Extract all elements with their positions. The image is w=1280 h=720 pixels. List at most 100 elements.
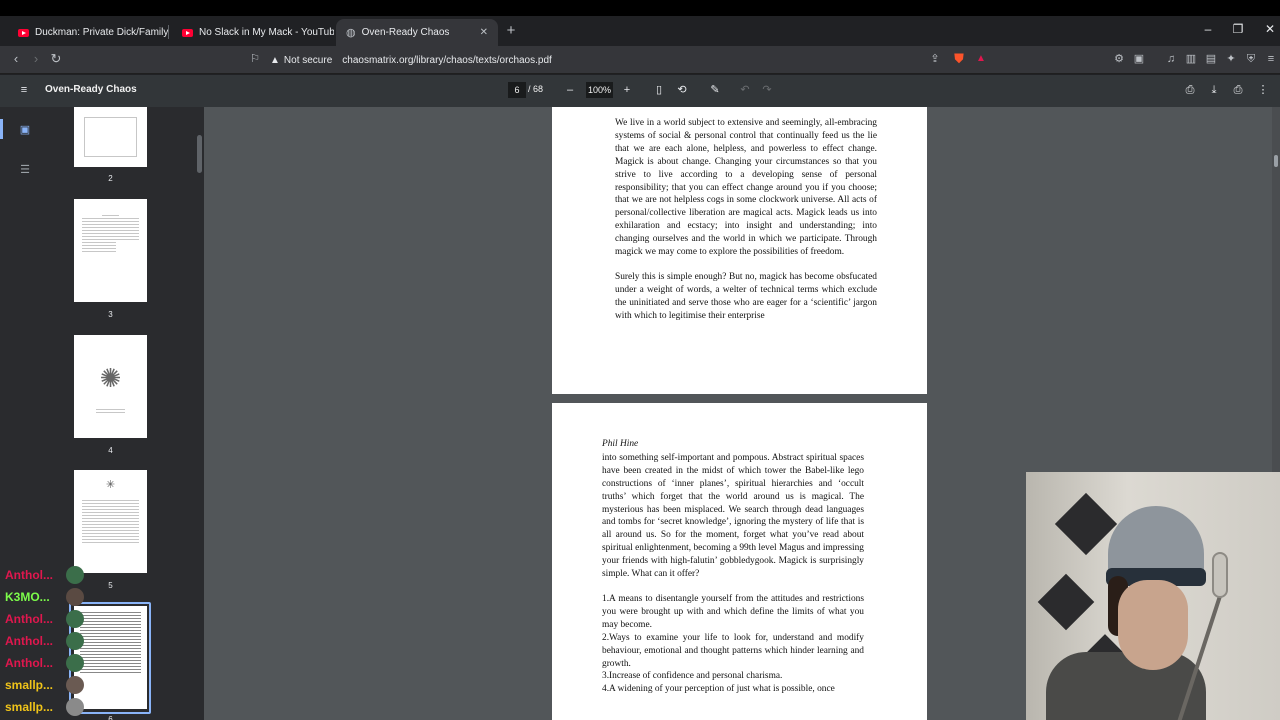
fit-page-icon[interactable]: ▯ bbox=[652, 83, 666, 97]
extensions-icon[interactable]: ⚙ bbox=[1111, 51, 1127, 67]
vpn-icon[interactable]: ⛨ bbox=[1243, 51, 1259, 67]
chat-username: smallp... bbox=[5, 678, 54, 692]
tab-title: No Slack in My Mack - YouTube bbox=[199, 27, 334, 38]
microphone-icon bbox=[1212, 552, 1228, 598]
address-bar[interactable]: ▲ Not secure chaosmatrix.org/library/cha… bbox=[270, 49, 998, 71]
screen: Duckman: Private Dick/Family Man - No Sl… bbox=[0, 16, 1280, 720]
sidebar-toggle-icon[interactable]: ▥ bbox=[1183, 51, 1199, 67]
new-tab-button[interactable]: + bbox=[504, 22, 518, 39]
zoom-out-icon[interactable]: – bbox=[563, 83, 577, 97]
zoom-in-icon[interactable]: + bbox=[620, 83, 634, 97]
download-icon[interactable]: ⤓ bbox=[1207, 83, 1221, 97]
tab-duckman[interactable]: Duckman: Private Dick/Family Man - bbox=[8, 19, 168, 46]
page-text: Phil Hine into something self-important … bbox=[602, 438, 864, 696]
paragraph: We live in a world subject to extensive … bbox=[615, 118, 877, 258]
avatar bbox=[66, 676, 84, 694]
avatar bbox=[66, 588, 84, 606]
numbered-list: 1.A means to disentangle yourself from t… bbox=[602, 593, 864, 696]
tab-title: Duckman: Private Dick/Family Man - bbox=[35, 27, 168, 38]
chaosphere-icon: ✺ bbox=[99, 363, 122, 393]
pdf-page-5: We live in a world subject to extensive … bbox=[552, 107, 927, 394]
thumbnail-number: 2 bbox=[108, 174, 113, 183]
thumbnail-scrollbar[interactable] bbox=[196, 107, 204, 720]
forward-icon[interactable]: › bbox=[28, 51, 44, 67]
hamburger-menu-icon[interactable]: ≡ bbox=[17, 83, 31, 97]
url-text[interactable]: chaosmatrix.org/library/chaos/texts/orch… bbox=[342, 55, 552, 66]
chat-message: K3MO... bbox=[0, 586, 150, 608]
brave-shield-icon[interactable]: ⛊ bbox=[951, 51, 967, 67]
redo-icon[interactable]: ↷ bbox=[760, 83, 774, 97]
save-annotations-icon[interactable]: ⎙ bbox=[1183, 83, 1197, 97]
bookmark-icon[interactable]: ⚐ bbox=[247, 51, 263, 67]
window-close-icon[interactable]: ✕ bbox=[1263, 22, 1277, 36]
thumbnail-text bbox=[82, 500, 139, 545]
thumbnail-page-4[interactable]: ✺ bbox=[74, 335, 147, 438]
minimize-icon[interactable]: – bbox=[1201, 22, 1215, 36]
restore-icon[interactable]: ❐ bbox=[1231, 22, 1245, 36]
warning-icon: ▲ bbox=[270, 54, 280, 66]
annotate-icon[interactable]: ✎ bbox=[708, 83, 722, 97]
face bbox=[1118, 580, 1188, 670]
list-item: 4.A widening of your perception of just … bbox=[602, 684, 835, 695]
outline-icon[interactable]: ☰ bbox=[18, 163, 32, 176]
chat-message: smallp... bbox=[0, 674, 150, 696]
running-header: Phil Hine bbox=[602, 439, 639, 449]
scrollbar-thumb[interactable] bbox=[197, 135, 202, 173]
selected-indicator bbox=[0, 119, 3, 139]
page-total: / 68 bbox=[528, 84, 544, 94]
share-icon[interactable]: ⇪ bbox=[927, 51, 943, 67]
tab-strip: Duckman: Private Dick/Family Man - No Sl… bbox=[0, 16, 1280, 46]
browser-toolbar: ‹ › ↻ ⚐ ▲ Not secure chaosmatrix.org/lib… bbox=[0, 46, 1280, 74]
reload-icon[interactable]: ↻ bbox=[48, 51, 64, 67]
music-icon[interactable]: ♫ bbox=[1163, 51, 1179, 67]
chat-message: Anthol... bbox=[0, 608, 150, 630]
pdf-title: Oven-Ready Chaos bbox=[45, 84, 137, 95]
thumbnail-box bbox=[84, 117, 137, 157]
globe-icon: ◍ bbox=[346, 27, 356, 39]
print-icon[interactable]: ⎙ bbox=[1231, 83, 1245, 97]
more-options-icon[interactable]: ⋮ bbox=[1256, 83, 1270, 97]
page-text: We live in a world subject to extensive … bbox=[615, 117, 877, 335]
thumbnails-icon[interactable]: ▣ bbox=[18, 123, 32, 136]
youtube-icon bbox=[18, 28, 29, 37]
list-item: 1.A means to disentangle yourself from t… bbox=[602, 593, 864, 630]
menu-icon[interactable]: ≡ bbox=[1263, 51, 1279, 67]
youtube-icon bbox=[182, 28, 193, 37]
thumbnail-page-5[interactable]: ✳ bbox=[74, 470, 147, 573]
brave-rewards-icon[interactable]: ▲ bbox=[973, 51, 989, 67]
close-tab-icon[interactable]: ✕ bbox=[474, 27, 488, 38]
thumbnail-page-2[interactable] bbox=[74, 107, 147, 167]
webcam-overlay bbox=[1026, 472, 1280, 720]
paragraph: Surely this is simple enough? But no, ma… bbox=[615, 271, 877, 321]
thumbnail-number: 4 bbox=[108, 446, 113, 455]
back-icon[interactable]: ‹ bbox=[8, 51, 24, 67]
leo-icon[interactable]: ✦ bbox=[1223, 51, 1239, 67]
chat-username: Anthol... bbox=[5, 656, 53, 670]
scrollbar-thumb[interactable] bbox=[1274, 155, 1278, 167]
tab-no-slack[interactable]: No Slack in My Mack - YouTube bbox=[172, 19, 334, 46]
pdf-page-6: Phil Hine into something self-important … bbox=[552, 403, 927, 720]
tab-oven-ready-chaos[interactable]: ◍ Oven-Ready Chaos ✕ bbox=[336, 19, 498, 46]
thumbnail-text bbox=[96, 409, 125, 415]
chat-username: Anthol... bbox=[5, 568, 53, 582]
chat-username: Anthol... bbox=[5, 634, 53, 648]
chat-overlay: Anthol... K3MO... Anthol... Anthol... An… bbox=[0, 564, 150, 718]
person-head bbox=[1106, 506, 1208, 696]
avatar bbox=[66, 698, 84, 716]
security-label[interactable]: Not secure bbox=[284, 55, 332, 66]
star-icon: ✳ bbox=[105, 479, 116, 491]
thumbnail-page-3[interactable] bbox=[74, 199, 147, 302]
thumbnail-text bbox=[82, 215, 139, 254]
list-item: 3.Increase of confidence and personal ch… bbox=[602, 671, 783, 682]
tab-title: Oven-Ready Chaos bbox=[361, 27, 450, 38]
wallet-icon[interactable]: ▤ bbox=[1203, 51, 1219, 67]
chat-message: smallp... bbox=[0, 696, 150, 718]
undo-icon[interactable]: ↶ bbox=[738, 83, 752, 97]
avatar bbox=[66, 632, 84, 650]
zoom-input[interactable]: 100% bbox=[586, 82, 613, 98]
media-icon[interactable]: ▣ bbox=[1131, 51, 1147, 67]
chat-username: K3MO... bbox=[5, 590, 50, 604]
page-number-input[interactable]: 6 bbox=[508, 82, 526, 98]
rotate-icon[interactable]: ⟲ bbox=[675, 83, 689, 97]
chat-username: Anthol... bbox=[5, 612, 53, 626]
